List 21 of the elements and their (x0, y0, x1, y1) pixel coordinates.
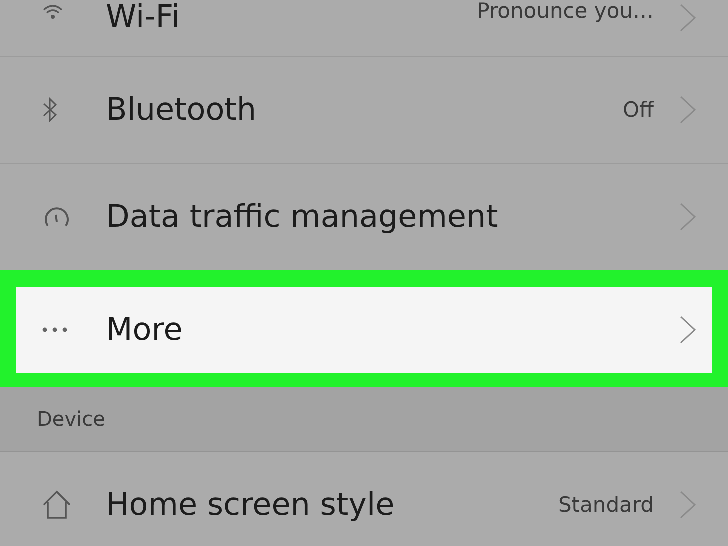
bluetooth-icon (42, 97, 58, 123)
chevron-icon (680, 316, 696, 344)
row-title: Wi-Fi (106, 0, 181, 34)
wifi-icon (42, 4, 64, 20)
row-value: Pronounce you… (477, 0, 654, 24)
house-icon (42, 490, 72, 520)
dots-icon (42, 327, 68, 333)
highlighted-settings-row[interactable]: More (0, 270, 728, 387)
chevron-icon (680, 491, 696, 519)
row-title: Home screen style (106, 487, 396, 523)
chevron-icon (680, 203, 696, 231)
row-value: Standard (558, 493, 654, 517)
row-title: Data traffic management (106, 199, 500, 235)
chevron-icon (680, 4, 696, 32)
section-header: Device (37, 407, 106, 431)
chevron-icon (680, 96, 696, 124)
settings-row[interactable]: Wi-Fi Pronounce you… (0, 0, 728, 57)
row-value: Off (623, 98, 654, 122)
gauge-icon (42, 205, 72, 229)
row-title: More (106, 312, 184, 348)
row-title: Bluetooth (106, 92, 258, 128)
